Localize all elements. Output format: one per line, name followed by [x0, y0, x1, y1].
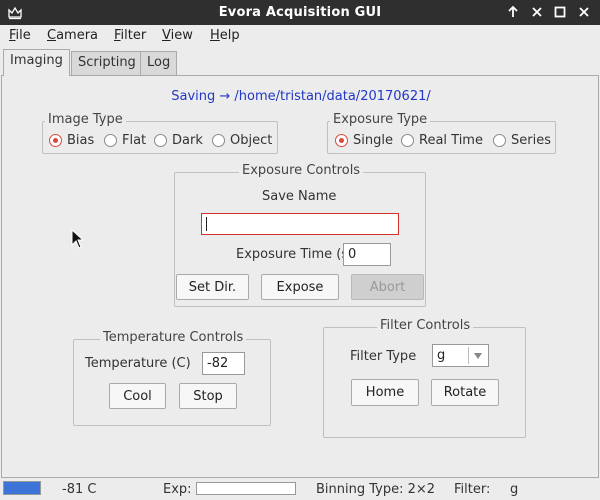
tab-log[interactable]: Log: [140, 51, 178, 75]
saving-path: Saving → /home/tristan/data/20170621/: [171, 89, 431, 104]
close-icon[interactable]: [576, 4, 592, 20]
status-binning: Binning Type: 2×2: [316, 482, 436, 497]
temperature-label: Temperature (C): [85, 356, 191, 371]
exposure-controls-title: Exposure Controls: [239, 163, 364, 178]
radio-object[interactable]: Object: [212, 131, 272, 149]
radio-series[interactable]: Series: [493, 131, 551, 149]
status-bar: -81 C Exp: Binning Type: 2×2 Filter: g: [0, 478, 600, 500]
radio-single[interactable]: Single: [335, 131, 393, 149]
radio-bias-label: Bias: [67, 132, 95, 148]
exposure-type-title: Exposure Type: [330, 112, 431, 127]
radio-real-time[interactable]: Real Time: [401, 131, 483, 149]
chevron-down-icon[interactable]: [473, 352, 483, 360]
status-filter-label: Filter:: [454, 482, 491, 497]
menu-file[interactable]: File: [9, 28, 31, 43]
radio-object-label: Object: [230, 132, 273, 148]
maximize-icon[interactable]: [552, 4, 568, 20]
mouse-cursor-icon: [71, 229, 85, 249]
temperature-controls-title: Temperature Controls: [100, 330, 247, 345]
status-temperature: -81 C: [62, 482, 97, 497]
filter-type-label: Filter Type: [350, 349, 417, 364]
temperature-progress-fill: [4, 482, 40, 494]
radio-flat[interactable]: Flat: [104, 131, 146, 149]
abort-button[interactable]: Abort: [351, 274, 424, 300]
filter-controls-title: Filter Controls: [377, 318, 474, 333]
arrow-up-icon[interactable]: [505, 4, 521, 20]
save-name-label: Save Name: [262, 189, 337, 204]
status-filter-value: g: [510, 482, 519, 497]
set-dir-button[interactable]: Set Dir.: [176, 274, 249, 300]
radio-bias[interactable]: Bias: [49, 131, 94, 149]
radio-bias-indicator[interactable]: [49, 133, 62, 147]
menu-help[interactable]: Help: [210, 28, 240, 43]
home-button[interactable]: Home: [351, 379, 419, 406]
menu-view[interactable]: View: [162, 28, 193, 43]
exposure-progress-bar: [196, 482, 296, 495]
temperature-progress-bar: [3, 481, 41, 495]
radio-flat-label: Flat: [122, 132, 147, 148]
title-bar: Evora Acquisition GUI: [0, 0, 600, 25]
rotate-button[interactable]: Rotate: [431, 379, 499, 406]
menu-camera[interactable]: Camera: [47, 28, 98, 43]
radio-dark-label: Dark: [172, 132, 203, 148]
image-type-title: Image Type: [45, 112, 126, 127]
tab-imaging[interactable]: Imaging: [3, 49, 70, 76]
filter-type-select[interactable]: g: [432, 344, 489, 367]
save-name-input[interactable]: [201, 213, 399, 235]
filter-type-value: g: [437, 348, 446, 363]
temperature-input[interactable]: -82: [202, 352, 245, 375]
radio-single-label: Single: [353, 132, 393, 148]
radio-flat-indicator[interactable]: [104, 133, 117, 147]
status-exp-label: Exp:: [163, 482, 192, 497]
radio-real-time-indicator[interactable]: [401, 133, 414, 147]
exposure-time-label: Exposure Time (s): [236, 247, 354, 262]
menu-bar: File Camera Filter View Help: [0, 25, 600, 47]
expose-button[interactable]: Expose: [261, 274, 339, 300]
menu-filter[interactable]: Filter: [114, 28, 146, 43]
minimize-icon[interactable]: [529, 4, 545, 20]
exposure-time-input[interactable]: 0: [343, 243, 391, 266]
radio-series-label: Series: [511, 132, 551, 148]
tab-scripting[interactable]: Scripting: [71, 51, 143, 75]
text-caret: [206, 217, 207, 231]
tab-bar: Imaging Scripting Log: [0, 49, 600, 76]
radio-object-indicator[interactable]: [212, 133, 225, 147]
radio-series-indicator[interactable]: [493, 133, 506, 147]
cool-button[interactable]: Cool: [109, 383, 166, 409]
radio-real-time-label: Real Time: [419, 132, 483, 148]
radio-dark-indicator[interactable]: [154, 133, 167, 147]
radio-single-indicator[interactable]: [335, 133, 348, 147]
select-divider: [468, 347, 469, 364]
radio-dark[interactable]: Dark: [154, 131, 203, 149]
stop-button[interactable]: Stop: [179, 383, 237, 409]
imaging-panel: Saving → /home/tristan/data/20170621/ Im…: [1, 75, 599, 478]
